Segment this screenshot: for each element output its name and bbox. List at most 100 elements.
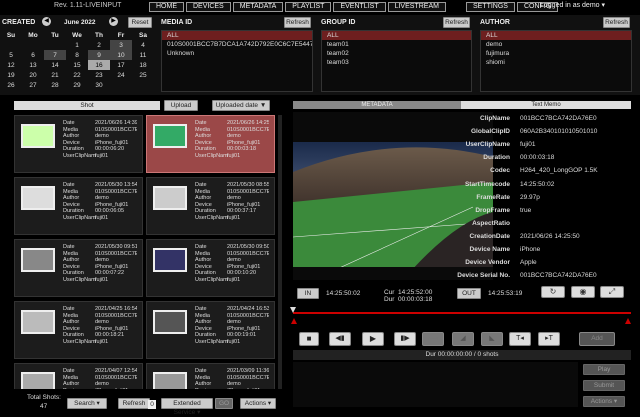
calendar-day[interactable]: 18 bbox=[132, 60, 154, 70]
actions-right-button[interactable]: Actions ▾ bbox=[583, 396, 625, 407]
step-back-icon[interactable]: ◀▮ bbox=[329, 332, 351, 346]
nav-playlist[interactable]: PLAYLIST bbox=[285, 2, 332, 12]
trim-end-icon[interactable]: ▸T bbox=[538, 332, 560, 346]
shot-card[interactable]: DateMediaAuthorDeviceDurationUserClipNam… bbox=[146, 177, 275, 235]
calendar-day[interactable]: 1 bbox=[66, 40, 88, 50]
nav-settings[interactable]: SETTINGS bbox=[465, 2, 515, 12]
shot-card[interactable]: DateMediaAuthorDeviceDurationUserClipNam… bbox=[146, 239, 275, 297]
calendar-day[interactable]: 30 bbox=[88, 80, 110, 90]
volume-icon[interactable]: ◉ bbox=[571, 286, 595, 298]
user-menu[interactable]: Logged in as demo ▾ bbox=[540, 1, 605, 9]
out-marker[interactable] bbox=[625, 318, 631, 324]
author-item[interactable]: demo bbox=[481, 40, 631, 49]
timeline-track[interactable] bbox=[293, 312, 631, 314]
go-button[interactable]: GO bbox=[215, 398, 233, 409]
shot-card[interactable]: DateMediaAuthorDeviceDurationUserClipNam… bbox=[14, 301, 143, 359]
play-icon[interactable]: ▶ bbox=[362, 332, 384, 346]
out-button[interactable]: OUT bbox=[457, 288, 481, 299]
calendar-day[interactable]: 11 bbox=[132, 50, 154, 60]
tab-text-memo[interactable]: Text Memo bbox=[461, 101, 631, 109]
calendar-day[interactable]: 12 bbox=[0, 60, 22, 70]
calendar-day[interactable]: 9 bbox=[88, 50, 110, 60]
nav-livestream[interactable]: LIVESTREAM bbox=[387, 2, 446, 12]
calendar-day[interactable]: 26 bbox=[0, 80, 22, 90]
shot-card[interactable]: DateMediaAuthorDeviceDurationUserClipNam… bbox=[14, 177, 143, 235]
calendar-day[interactable]: 22 bbox=[66, 70, 88, 80]
calendar-reset-button[interactable]: Reset bbox=[128, 17, 152, 28]
calendar-day[interactable]: 6 bbox=[22, 50, 44, 60]
group-id-item[interactable]: team01 bbox=[322, 40, 471, 49]
trim-start-icon[interactable]: T◂ bbox=[509, 332, 531, 346]
calendar-day[interactable]: 29 bbox=[66, 80, 88, 90]
loop-icon[interactable]: ↻ bbox=[541, 286, 565, 298]
calendar-day[interactable]: 24 bbox=[110, 70, 132, 80]
calendar-day[interactable]: 10 bbox=[110, 50, 132, 60]
in-marker[interactable] bbox=[291, 318, 297, 324]
mark-left-icon[interactable]: ◢ bbox=[452, 332, 474, 346]
calendar-day[interactable]: 13 bbox=[22, 60, 44, 70]
stop-icon[interactable]: ■ bbox=[299, 332, 319, 346]
author-refresh-button[interactable]: Refresh bbox=[603, 17, 630, 28]
group-id-refresh-button[interactable]: Refresh bbox=[443, 17, 470, 28]
group-id-item[interactable]: team02 bbox=[322, 49, 471, 58]
media-id-item[interactable]: ALL bbox=[162, 31, 312, 40]
mark-right-icon[interactable]: ◣ bbox=[481, 332, 503, 346]
shot-list-scrollbar[interactable] bbox=[278, 115, 282, 389]
group-id-item[interactable]: team03 bbox=[322, 58, 471, 67]
shot-card[interactable]: DateMediaAuthorDeviceDurationUserClipNam… bbox=[146, 115, 275, 173]
calendar-day[interactable]: 20 bbox=[22, 70, 44, 80]
media-id-item[interactable]: 010S0001BCC7B7DCA1A742D792E0C6C7E5447986 bbox=[162, 40, 312, 49]
calendar-day[interactable]: 21 bbox=[44, 70, 66, 80]
nav-metadata[interactable]: METADATA bbox=[232, 2, 284, 12]
author-item[interactable]: shiomi bbox=[481, 58, 631, 67]
shot-card[interactable]: DateMediaAuthorDeviceDurationUserClipNam… bbox=[14, 115, 143, 173]
calendar-day[interactable]: 8 bbox=[66, 50, 88, 60]
calendar-day[interactable]: 28 bbox=[44, 80, 66, 90]
shot-thumbnail[interactable] bbox=[153, 310, 187, 334]
shot-thumbnail[interactable] bbox=[21, 124, 55, 148]
add-button[interactable]: Add bbox=[579, 332, 615, 346]
calendar-day[interactable]: 17 bbox=[110, 60, 132, 70]
shot-card[interactable]: DateMediaAuthorDeviceDurationUserClipNam… bbox=[146, 301, 275, 359]
prev-month-button[interactable]: ◀ bbox=[42, 17, 51, 26]
shot-card[interactable]: DateMediaAuthorDeviceDurationUserClipNam… bbox=[146, 363, 275, 389]
sort-dropdown[interactable]: Uploaded date ▼ bbox=[212, 100, 270, 111]
group-id-item[interactable]: ALL bbox=[322, 31, 471, 40]
extended-service-dropdown[interactable]: Extended Service ▾ bbox=[161, 398, 213, 416]
media-id-refresh-button[interactable]: Refresh bbox=[284, 17, 311, 28]
calendar-day[interactable]: 14 bbox=[44, 60, 66, 70]
shot-tab[interactable]: Shot bbox=[14, 101, 160, 110]
shot-card[interactable]: DateMediaAuthorDeviceDurationUserClipNam… bbox=[14, 239, 143, 297]
shot-thumbnail[interactable] bbox=[153, 248, 187, 272]
calendar-day[interactable]: 15 bbox=[66, 60, 88, 70]
calendar-day[interactable]: 2 bbox=[88, 40, 110, 50]
calendar-day[interactable]: 19 bbox=[0, 70, 22, 80]
author-item[interactable]: fujimura bbox=[481, 49, 631, 58]
calendar-day[interactable]: 25 bbox=[132, 70, 154, 80]
in-button[interactable]: IN bbox=[297, 288, 319, 299]
shot-thumbnail[interactable] bbox=[21, 310, 55, 334]
shot-thumbnail[interactable] bbox=[153, 372, 187, 389]
shot-thumbnail[interactable] bbox=[21, 372, 55, 389]
tab-metadata[interactable]: METADATA bbox=[293, 101, 461, 109]
shot-thumbnail[interactable] bbox=[21, 186, 55, 210]
nav-home[interactable]: HOME bbox=[149, 2, 184, 12]
shot-thumbnail[interactable] bbox=[21, 248, 55, 272]
fullscreen-icon[interactable]: ⤢ bbox=[600, 286, 624, 298]
submit-button[interactable]: Submit bbox=[583, 380, 625, 391]
calendar-day[interactable]: 3 bbox=[110, 40, 132, 50]
calendar-day[interactable]: 27 bbox=[22, 80, 44, 90]
calendar-day[interactable]: 4 bbox=[132, 40, 154, 50]
nav-devices[interactable]: DEVICES bbox=[186, 2, 231, 12]
calendar-day[interactable]: 16 bbox=[88, 60, 110, 70]
in-out-icon[interactable]: ⇤⇥ bbox=[422, 332, 444, 346]
shot-thumbnail[interactable] bbox=[153, 124, 187, 148]
nav-eventlist[interactable]: EVENTLIST bbox=[333, 2, 386, 12]
step-forward-icon[interactable]: ▮▶ bbox=[394, 332, 416, 346]
play-button[interactable]: Play bbox=[583, 364, 625, 375]
calendar-day[interactable]: 5 bbox=[0, 50, 22, 60]
upload-button[interactable]: Upload bbox=[164, 100, 198, 111]
author-item[interactable]: ALL bbox=[481, 31, 631, 40]
footer-refresh-button[interactable]: Refresh bbox=[118, 398, 150, 409]
footer-actions-button[interactable]: Actions ▾ bbox=[240, 398, 276, 409]
